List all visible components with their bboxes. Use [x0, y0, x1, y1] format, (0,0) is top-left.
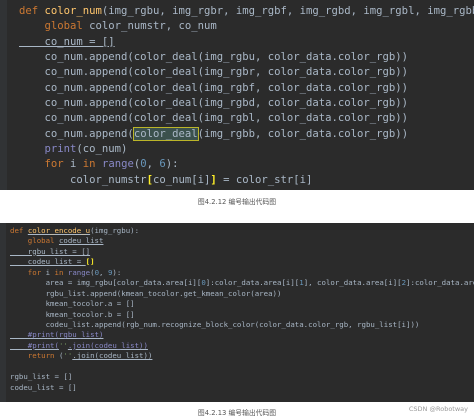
code-token: #print(rgbu_list): [10, 330, 104, 340]
code-token: color_num: [44, 5, 102, 17]
code-token: range: [67, 267, 91, 277]
figure-caption-4-2-12: 图4.2.12 编号输出代码图: [197, 198, 277, 206]
code-line: def color_encode_u(img_rgbu):: [6, 226, 474, 236]
code-token: in: [54, 267, 68, 277]
code-token: area = img_rgbu[color_data.area[i][: [10, 278, 202, 288]
code-token: in: [82, 158, 102, 171]
code-editor-color-encode-u[interactable]: def color_encode_u(img_rgbu): global cod…: [0, 223, 474, 402]
code-token: co_num.append(color_deal(img_rgbu, color…: [19, 51, 409, 64]
code-line: kmean_tocolor.b = []: [6, 310, 474, 320]
code-line: rgbu_list.append(kmean_tocolor.get_kmean…: [6, 289, 474, 299]
code-token: co_num.append(: [19, 127, 134, 140]
code-token: for: [10, 267, 46, 277]
code-line: global color_numstr, co_num: [7, 19, 474, 34]
code-token: def: [19, 5, 45, 17]
code-token: co_num[i]: [152, 173, 211, 186]
code-line: co_num.append(color_deal(img_rgbu, color…: [7, 50, 474, 65]
code-token: kmean_tocolor.b = []: [10, 309, 135, 319]
code-line: def color_num(img_rgbu, img_rgbr, img_rg…: [7, 4, 474, 19]
code-token: (img_rgbu):: [90, 226, 140, 235]
code-token: co_num.append(color_deal(img_rgbf, color…: [19, 81, 409, 94]
code-token: (img_rgbu, img_rgbr, img_rgbf, img_rgbd,…: [101, 5, 474, 17]
code-token: rgbu_list = []: [10, 372, 73, 382]
code-token: '': [63, 351, 73, 361]
code-token: = color_str[i]: [216, 173, 313, 186]
code-token: ], color_data.area[i][: [303, 278, 402, 288]
code-token: color_numstr: [19, 173, 147, 186]
code-line: rgbu_list = []: [6, 247, 474, 257]
code-token: .join(codeu_list)): [67, 340, 148, 350]
code-token: ):: [112, 267, 122, 277]
code-line: print(co_num): [7, 142, 474, 157]
code-token: ,: [99, 267, 108, 277]
code-token: rgbu_list = []: [10, 246, 91, 256]
code-token: color_encode_u: [27, 226, 91, 235]
code-token: codeu_list =: [10, 257, 86, 267]
code-token: ]:color_data.area[i][: [406, 278, 474, 288]
code-token: color_deal: [132, 126, 199, 141]
code-token: global: [10, 236, 59, 246]
code-line: area = img_rgbu[color_data.area[i][0]:co…: [6, 278, 474, 288]
code-token: ]:color_data.area[i][: [205, 278, 300, 288]
code-token: color_numstr, co_num: [89, 20, 217, 33]
code-line: co_num.append(color_deal(img_rgbr, color…: [7, 65, 474, 80]
code-line: #print(''.join(codeu_list)): [6, 341, 474, 351]
code-token: print: [44, 143, 77, 156]
code-line: return (''.join(codeu_list)): [6, 351, 474, 361]
code-token: co_num.append(color_deal(img_rgbd, color…: [19, 97, 409, 110]
code-token: i: [45, 267, 55, 277]
code-token: '': [58, 340, 68, 350]
code-token: co_num = []: [19, 35, 115, 48]
code-line: co_num = []: [7, 35, 474, 50]
code-token: co_num.append(color_deal(img_rgbl, color…: [19, 112, 409, 125]
code-token: .join(codeu_list)): [72, 351, 153, 361]
code-line: for i in range(0, 6):: [7, 157, 474, 172]
code-token: global: [19, 20, 90, 33]
code-token: co_num.append(color_deal(img_rgbr, color…: [19, 66, 409, 79]
code-line: codeu_list = []: [6, 383, 474, 393]
code-token: ,: [146, 158, 160, 171]
figure-caption-4-2-13: 图4.2.13 编号输出代码图: [197, 409, 277, 417]
code-token: kmean_tocolor.a = []: [10, 299, 135, 309]
code-line: color_numstr[co_num[i]] = color_str[i]: [7, 173, 474, 188]
code-line: co_num.append(color_deal(img_rgbf, color…: [7, 81, 474, 96]
code-token: for: [19, 158, 71, 171]
code-token: return: [10, 351, 59, 361]
code-line: for i in range(0, 9):: [6, 268, 474, 278]
code-token: #print(: [10, 340, 59, 350]
code-token: codeu_list = []: [10, 382, 77, 392]
code-line: #print(rgbu_list): [6, 330, 474, 340]
code-token: i: [70, 158, 83, 171]
code-line: co_num.append(color_deal(img_rgbl, color…: [7, 111, 474, 126]
code-token: rgbu_list.append(kmean_tocolor.get_kmean…: [10, 288, 282, 298]
code-line: kmean_tocolor.a = []: [6, 299, 474, 309]
code-line: co_num.append(color_deal(img_rgbb, color…: [7, 126, 474, 142]
code-line: codeu_list = []: [6, 257, 474, 267]
code-editor-color-num[interactable]: def color_num(img_rgbu, img_rgbr, img_rg…: [0, 0, 474, 190]
code-token: codeu_list.append(rgb_num.recognize_bloc…: [10, 319, 420, 329]
code-token: (img_rgbb, color_data.color_rgb)): [197, 127, 409, 140]
code-token: ):: [165, 158, 179, 171]
code-token: def: [10, 226, 28, 235]
code-token: codeu_list: [58, 236, 104, 246]
code-token: []: [85, 257, 95, 267]
code-token: range: [101, 158, 134, 171]
code-line: rgbu_list = []: [6, 372, 474, 382]
code-line: co_num.append(color_deal(img_rgbd, color…: [7, 96, 474, 111]
code-line: codeu_list.append(rgb_num.recognize_bloc…: [6, 320, 474, 330]
csdn-watermark: CSDN @Robotway: [408, 405, 468, 413]
code-line: global codeu_list: [6, 236, 474, 246]
code-token: (co_num): [76, 143, 128, 156]
